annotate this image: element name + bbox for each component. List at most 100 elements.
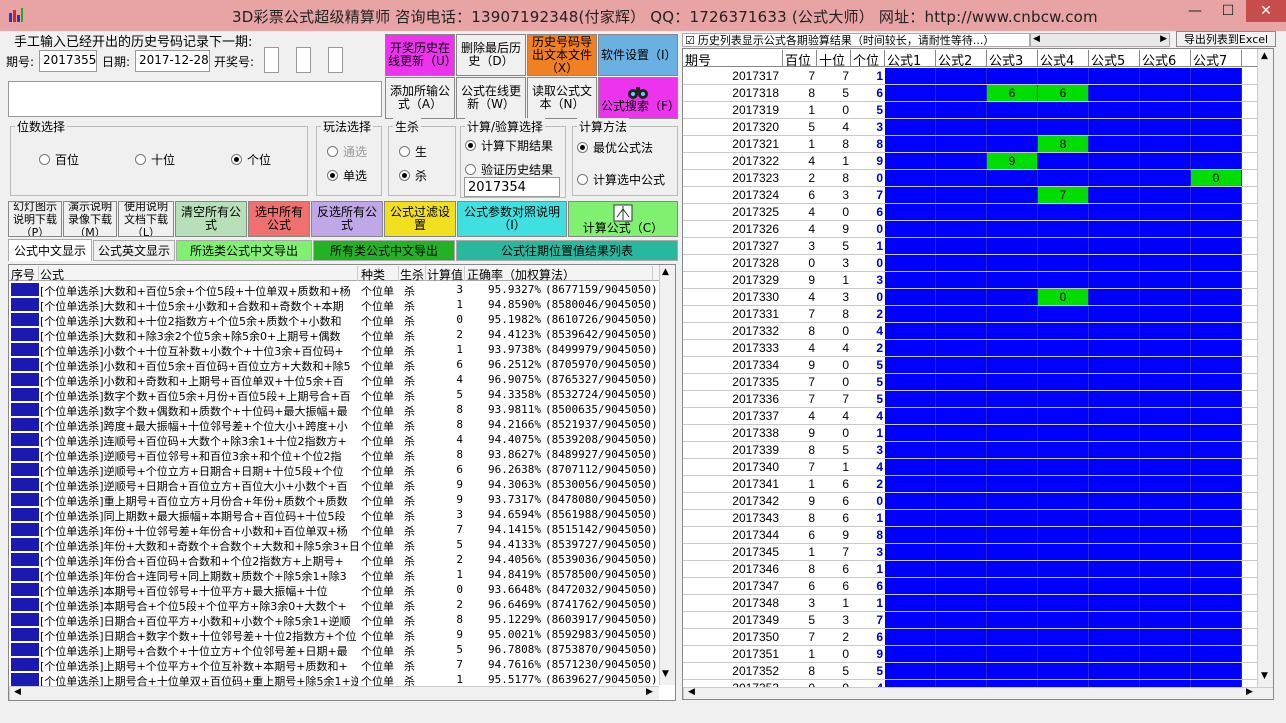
period-input[interactable]: 2017355 xyxy=(39,50,97,72)
history-row[interactable]: 2017336 7 7 5 xyxy=(683,391,1273,408)
history-row[interactable]: 2017349 5 3 7 xyxy=(683,612,1273,629)
history-row[interactable]: 2017321 1 8 8 8 xyxy=(683,136,1273,153)
history-row[interactable]: 2017318 8 5 6 6 6 xyxy=(683,85,1273,102)
minimize-button[interactable]: — xyxy=(1180,0,1210,22)
col-formula-5[interactable]: 公式5 xyxy=(1089,50,1140,69)
formula-row[interactable]: [个位单选杀]跨度+最大振幅+十位邻号差+个位大小+跨度+小 个位单杀 8 94.21… xyxy=(9,417,657,433)
history-row[interactable]: 2017330 4 3 0 0 xyxy=(683,289,1273,306)
history-row[interactable]: 2017331 7 8 2 xyxy=(683,306,1273,323)
slide-guide-download-button[interactable]: 幻灯图示说明下载（P） xyxy=(8,201,62,237)
formula-hscrollbar[interactable]: ◀ ▶ xyxy=(9,686,659,700)
radio-hundreds[interactable]: 百位 xyxy=(39,151,79,168)
history-row[interactable]: 2017339 8 5 3 xyxy=(683,442,1273,459)
col-kind[interactable]: 种类 xyxy=(361,266,399,282)
prize-digit-1[interactable] xyxy=(264,47,279,73)
formula-row[interactable]: [个位单选杀]年份合+连同号+同上期数+质数个+除5余1+除3 个位单杀 1 94.8… xyxy=(9,567,657,583)
panel-hscrollbar[interactable]: ◀ ▶ xyxy=(1030,33,1170,47)
radio-keep[interactable]: 生 xyxy=(399,143,427,160)
close-button[interactable]: ✕ xyxy=(1246,0,1286,22)
history-row[interactable]: 2017334 9 0 5 xyxy=(683,357,1273,374)
history-row[interactable]: 2017338 9 0 1 xyxy=(683,425,1273,442)
history-row[interactable]: 2017317 7 7 1 xyxy=(683,68,1273,85)
radio-group-select[interactable]: 通选 xyxy=(327,143,367,160)
formula-row[interactable]: [个位单选杀]数字个数+百位5余+月份+百位5段+上期号合+百 个位单杀 5 94.3… xyxy=(9,387,657,403)
col-formula-1[interactable]: 公式1 xyxy=(885,50,936,69)
col-formula-3[interactable]: 公式3 xyxy=(987,50,1038,69)
col-formula-6[interactable]: 公式6 xyxy=(1140,50,1191,69)
history-row[interactable]: 2017337 4 4 4 xyxy=(683,408,1273,425)
tab-position-results[interactable]: 公式往期位置值结果列表 xyxy=(456,240,678,261)
formula-row[interactable]: [个位单选杀]上期号+个位平方+个位互补数+本期号+质数和+ 个位单杀 7 94.76… xyxy=(9,657,657,673)
formula-online-update-button[interactable]: 公式在线更新（W） xyxy=(456,77,526,119)
formula-row[interactable]: [个位单选杀]逆顺号+个位立方+日期合+日期+十位5段+个位 个位单杀 6 96.26… xyxy=(9,462,657,478)
history-row[interactable]: 2017343 8 6 1 xyxy=(683,510,1273,527)
history-row[interactable]: 2017335 7 0 5 xyxy=(683,374,1273,391)
history-row[interactable]: 2017345 1 7 3 xyxy=(683,544,1273,561)
history-row[interactable]: 2017341 1 6 2 xyxy=(683,476,1273,493)
formula-row[interactable]: [个位单选杀]同上期数+最大振幅+本期号合+百位码+十位5段 个位单杀 3 94.65… xyxy=(9,507,657,523)
history-row[interactable]: 2017347 6 6 6 xyxy=(683,578,1273,595)
col-index[interactable]: 序号 xyxy=(11,266,39,282)
export-excel-button[interactable]: 导出列表到Excel xyxy=(1176,31,1276,47)
show-verify-checkbox[interactable]: ☑ 历史列表显示公式各期验算结果（时间较长，请耐性等待...） xyxy=(682,33,1030,47)
prize-digit-3[interactable] xyxy=(328,47,343,73)
formula-row[interactable]: [个位单选杀]大数和+除3余2个位5余+除5余0+上期号+偶数 个位单杀 2 94.4… xyxy=(9,327,657,343)
read-formula-text-button[interactable]: 读取公式文本（N） xyxy=(527,77,597,119)
formula-row[interactable]: [个位单选杀]数字个数+偶数和+质数个+十位码+最大振幅+最 个位单杀 8 93.98… xyxy=(9,402,657,418)
history-row[interactable]: 2017324 6 3 7 7 xyxy=(683,187,1273,204)
formula-row[interactable]: [个位单选杀]逆顺号+百位邻号+和百位3余+和个位+个位2指 个位单杀 8 93.86… xyxy=(9,447,657,463)
verify-period-input[interactable]: 2017354 xyxy=(464,177,560,197)
col-units[interactable]: 个位 xyxy=(851,50,885,69)
formula-row[interactable]: [个位单选杀]小数和+奇数和+上期号+百位单双+十位5余+百 个位单杀 4 96.90… xyxy=(9,372,657,388)
history-row[interactable]: 2017352 8 5 5 xyxy=(683,663,1273,680)
formula-row[interactable]: [个位单选杀]年份+大数和+奇数个+合数个+大数和+除5余3+日 个位单杀 5 94.… xyxy=(9,537,657,553)
radio-units[interactable]: 个位 xyxy=(231,151,271,168)
radio-kill[interactable]: 杀 xyxy=(399,167,427,184)
history-row[interactable]: 2017327 3 5 1 xyxy=(683,238,1273,255)
formula-row[interactable]: [个位单选杀]小数和+百位5余+百位码+百位立方+大数和+除5 个位单杀 6 96.2… xyxy=(9,357,657,373)
radio-calc-next[interactable]: 计算下期结果 xyxy=(465,137,553,154)
history-row[interactable]: 2017346 8 6 1 xyxy=(683,561,1273,578)
scroll-down-icon[interactable]: ▼ xyxy=(1261,671,1268,681)
history-row[interactable]: 2017333 4 4 2 xyxy=(683,340,1273,357)
software-settings-button[interactable]: 软件设置（I） xyxy=(598,34,678,76)
formula-row[interactable]: [个位单选杀]日期合+百位平方+小数和+小数个+除5余1+逆顺 个位单杀 8 95.1… xyxy=(9,612,657,628)
tab-export-all[interactable]: 所有类公式中文导出 xyxy=(313,240,455,261)
col-hundreds[interactable]: 百位 xyxy=(783,50,817,69)
scroll-right-icon[interactable]: ▶ xyxy=(1246,687,1253,697)
formula-params-help-button[interactable]: 公式参数对照说明（I） xyxy=(457,201,567,237)
prize-digit-2[interactable] xyxy=(296,47,311,73)
col-formula-4[interactable]: 公式4 xyxy=(1038,50,1089,69)
tab-chinese-display[interactable]: 公式中文显示 xyxy=(8,239,92,261)
scroll-left-icon[interactable]: ◀ xyxy=(1033,34,1040,44)
demo-video-download-button[interactable]: 演示说明录像下载（M） xyxy=(63,201,117,237)
scroll-down-icon[interactable]: ▼ xyxy=(662,669,669,679)
col-tens[interactable]: 十位 xyxy=(817,50,851,69)
radio-tens[interactable]: 十位 xyxy=(135,151,175,168)
radio-verify-history[interactable]: 验证历史结果 xyxy=(465,161,553,178)
select-all-formulas-button[interactable]: 选中所有公式 xyxy=(248,201,310,237)
formula-input[interactable] xyxy=(8,81,382,117)
radio-single-select[interactable]: 单选 xyxy=(327,167,367,184)
history-row[interactable]: 2017326 4 9 0 xyxy=(683,221,1273,238)
invert-selection-button[interactable]: 反选所有公式 xyxy=(311,201,383,237)
formula-filter-settings-button[interactable]: 公式过滤设置 xyxy=(384,201,456,237)
history-row[interactable]: 2017325 4 0 6 xyxy=(683,204,1273,221)
formula-row[interactable]: [个位单选杀]小数个+十位互补数+小数个+十位3余+百位码+ 个位单杀 1 93.97… xyxy=(9,342,657,358)
col-kill[interactable]: 生杀 xyxy=(400,266,426,282)
formula-row[interactable]: [个位单选杀]大数和+百位5余+个位5段+十位单双+质数和+杨 个位单杀 3 95.9… xyxy=(9,282,657,298)
col-formula-7[interactable]: 公式7 xyxy=(1191,50,1242,69)
history-vscrollbar[interactable]: ▲ ▼ xyxy=(1257,49,1273,687)
history-row[interactable]: 2017320 5 4 3 xyxy=(683,119,1273,136)
col-period[interactable]: 期号 xyxy=(683,50,783,69)
radio-best-formula[interactable]: 最优公式法 xyxy=(577,139,653,156)
history-row[interactable]: 2017323 2 8 0 0 xyxy=(683,170,1273,187)
formula-row[interactable]: [个位单选杀]上期号+合数个+十位立方+个位邻号差+日期+最 个位单杀 5 96.78… xyxy=(9,642,657,658)
calculate-formula-button[interactable]: 计算公式（C） xyxy=(568,201,678,237)
col-value[interactable]: 计算值 xyxy=(427,266,465,282)
formula-row[interactable]: [个位单选杀]重上期号+百位立方+月份合+年份+质数个+质数 个位单杀 9 93.73… xyxy=(9,492,657,508)
add-formula-button[interactable]: 添加所输公式（A） xyxy=(385,77,455,119)
delete-last-history-button[interactable]: 删除最后历史（D） xyxy=(456,34,526,76)
scroll-right-icon[interactable]: ▶ xyxy=(646,687,653,697)
history-row[interactable]: 2017340 7 1 4 xyxy=(683,459,1273,476)
